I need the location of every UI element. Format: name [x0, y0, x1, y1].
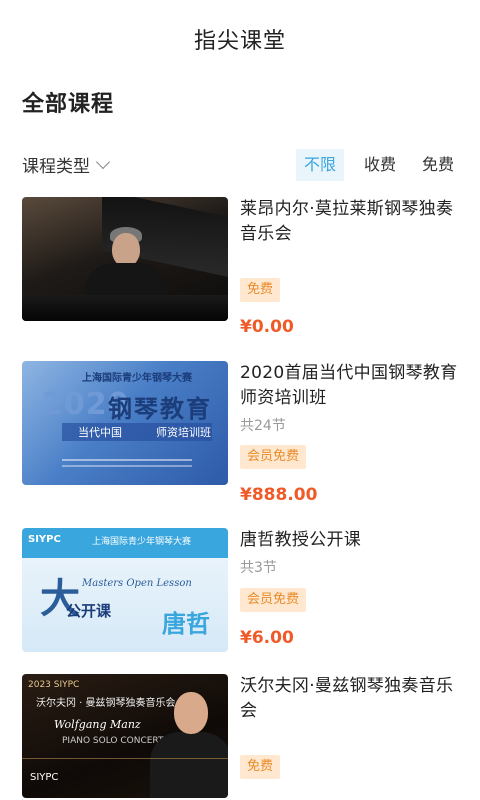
performer-head: [112, 233, 140, 267]
top-bar: 指尖课堂: [0, 0, 480, 78]
price-tag: 会员免费: [240, 445, 307, 469]
course-title[interactable]: 莱昂内尔·莫拉莱斯钢琴独奏音乐会: [240, 197, 464, 247]
thumb-divider: [22, 758, 228, 759]
course-info: 唐哲教授公开课 共3节 会员免费 ¥6.00: [240, 528, 464, 652]
filter-unlimited-tab[interactable]: 不限: [296, 149, 344, 181]
thumb-header: 上海国际青少年钢琴大赛: [92, 537, 192, 547]
course-price: ¥0.00: [240, 317, 294, 337]
lesson-count: 共24节: [240, 418, 286, 434]
thumb-concert-text: PIANO SOLO CONCERT: [62, 736, 164, 746]
course-thumbnail[interactable]: 上海国际青少年钢琴大赛 2020 钢琴教育 当代中国 师资培训班: [22, 361, 228, 485]
course-title[interactable]: 唐哲教授公开课: [240, 528, 464, 553]
course-type-dropdown[interactable]: 课程类型: [22, 152, 111, 177]
course-info: 2020首届当代中国钢琴教育师资培训班 共24节 会员免费 ¥888.00: [240, 361, 464, 505]
thumb-script: Masters Open Lesson: [82, 578, 192, 589]
price-tag: 会员免费: [240, 588, 307, 612]
thumb-name: 唐哲: [162, 610, 210, 638]
thumb-right-text: 师资培训班: [156, 426, 211, 439]
thumb-left-text: 当代中国: [78, 426, 122, 439]
course-thumbnail[interactable]: SIYPC 上海国际青少年钢琴大赛 大 Masters Open Lesson …: [22, 528, 228, 652]
chevron-down-icon: [95, 154, 111, 169]
thumb-open-text: 公开课: [66, 602, 112, 620]
course-price: ¥888.00: [240, 485, 318, 505]
filter-paid-tab[interactable]: 收费: [356, 149, 404, 181]
course-title[interactable]: 2020首届当代中国钢琴教育师资培训班: [240, 361, 464, 411]
performer-head: [174, 692, 208, 734]
page-title: 指尖课堂: [193, 29, 286, 54]
thumb-footer-lines: [62, 459, 192, 461]
course-thumbnail[interactable]: [22, 197, 228, 321]
course-card[interactable]: 上海国际青少年钢琴大赛 2020 钢琴教育 当代中国 师资培训班 2020首届当…: [22, 361, 464, 505]
course-info: 莱昂内尔·莫拉莱斯钢琴独奏音乐会 免费 ¥0.00: [240, 197, 464, 337]
course-title[interactable]: 沃尔夫冈·曼兹钢琴独奏音乐会: [240, 674, 464, 724]
course-thumbnail[interactable]: 2023 SIYPC 沃尔夫冈 · 曼兹钢琴独奏音乐会 Wolfgang Man…: [22, 674, 228, 798]
section-title: 全部课程: [22, 92, 115, 117]
thumb-top-text: 2023 SIYPC: [28, 680, 80, 690]
course-info: 沃尔夫冈·曼兹钢琴独奏音乐会 免费: [240, 674, 464, 798]
thumb-big-text: 钢琴教育: [108, 395, 212, 423]
thumb-performer-name: Wolfgang Manz: [54, 718, 141, 731]
course-price: ¥6.00: [240, 628, 294, 648]
lesson-count: 共3节: [240, 560, 277, 576]
filter-row: 课程类型 不限 收费 免费: [0, 146, 480, 184]
thumb-header: 上海国际青少年钢琴大赛: [82, 373, 192, 384]
siypc-logo: SIYPC: [30, 772, 59, 783]
course-card[interactable]: 2023 SIYPC 沃尔夫冈 · 曼兹钢琴独奏音乐会 Wolfgang Man…: [22, 674, 462, 798]
siypc-logo: SIYPC: [28, 534, 61, 545]
course-card[interactable]: SIYPC 上海国际青少年钢琴大赛 大 Masters Open Lesson …: [22, 528, 462, 652]
course-card[interactable]: 莱昂内尔·莫拉莱斯钢琴独奏音乐会 免费 ¥0.00: [22, 197, 464, 337]
course-type-label: 课程类型: [22, 157, 90, 177]
filter-free-tab[interactable]: 免费: [414, 149, 462, 181]
piano: [22, 295, 228, 321]
thumb-subtitle: 沃尔夫冈 · 曼兹钢琴独奏音乐会: [36, 698, 176, 709]
price-tag: 免费: [240, 278, 281, 302]
price-tag: 免费: [240, 755, 281, 779]
performer-body: [150, 732, 228, 798]
